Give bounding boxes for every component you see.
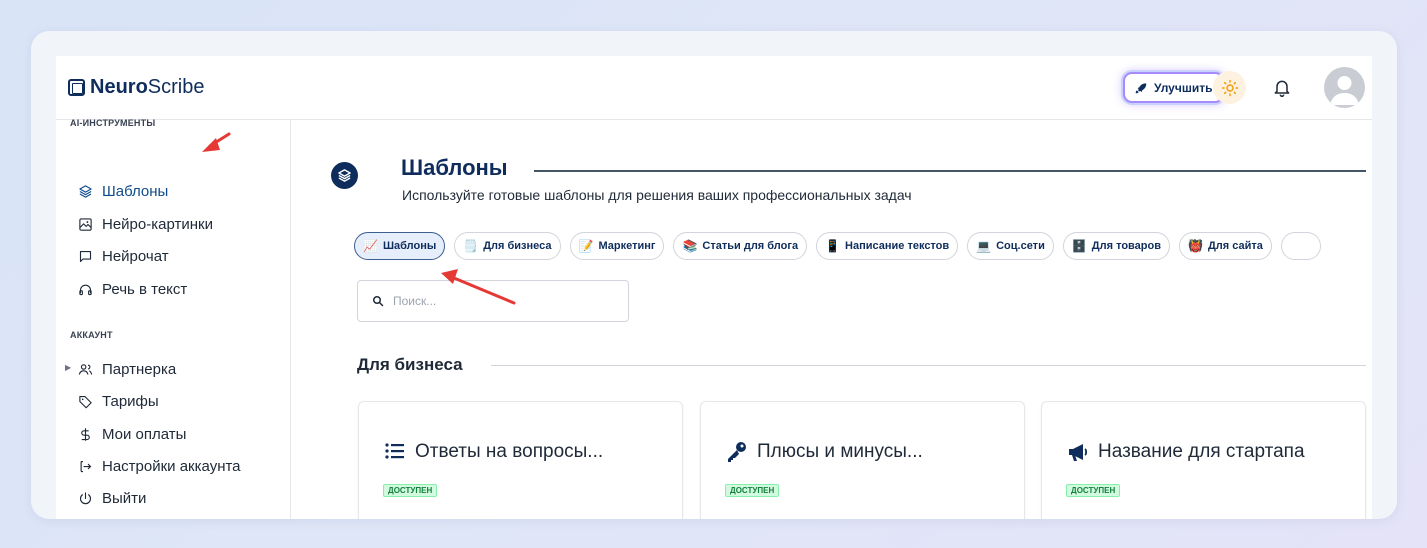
logo-icon bbox=[68, 79, 85, 96]
headphones-icon bbox=[79, 284, 92, 295]
title-divider bbox=[534, 170, 1366, 172]
chip-marketing[interactable]: 📝 Маркетинг bbox=[569, 232, 665, 260]
chip-label: Написание текстов bbox=[845, 240, 950, 252]
sun-icon bbox=[1221, 79, 1238, 96]
sidebar-item-account-settings[interactable]: Настройки аккаунта bbox=[78, 454, 241, 478]
sidebar-item-label: Нейрочат bbox=[102, 247, 169, 265]
status-badge: ДОСТУПЕН bbox=[383, 484, 438, 497]
sidebar-item-label: Речь в текст bbox=[102, 280, 188, 298]
notepad-emoji-icon: 🗒️ bbox=[463, 239, 479, 253]
upgrade-button[interactable]: Улучшить bbox=[1123, 72, 1225, 103]
chat-icon bbox=[79, 250, 92, 262]
logo-text-bold: Neuro bbox=[90, 76, 148, 98]
login-icon bbox=[80, 460, 92, 472]
sidebar-item-label: Настройки аккаунта bbox=[102, 457, 241, 475]
books-emoji-icon: 📚 bbox=[682, 239, 698, 253]
power-icon bbox=[80, 491, 91, 504]
users-icon bbox=[78, 363, 93, 375]
phone-emoji-icon: 📱 bbox=[825, 239, 841, 253]
megaphone-icon bbox=[1069, 444, 1088, 461]
chip-label: Статьи для блога bbox=[702, 240, 799, 252]
chip-website[interactable]: 👹 Для сайта bbox=[1179, 232, 1272, 260]
sidebar-item-label: Нейро-картинки bbox=[102, 215, 213, 233]
chip-label: Для бизнеса bbox=[483, 240, 552, 252]
screenshot-frame: NeuroScribe Улучшить AI-ИНСТРУМЕНТЫ Шабл… bbox=[31, 31, 1397, 519]
status-badge: ДОСТУПЕН bbox=[725, 484, 780, 497]
user-icon bbox=[1330, 76, 1359, 105]
sidebar-item-templates[interactable]: Шаблоны bbox=[78, 179, 168, 203]
user-avatar[interactable] bbox=[1324, 67, 1365, 108]
chip-label: Для сайта bbox=[1207, 240, 1263, 252]
tag-icon bbox=[79, 395, 92, 408]
search-icon bbox=[373, 296, 384, 307]
chip-blog-articles[interactable]: 📚 Статьи для блога bbox=[673, 232, 808, 260]
sidebar-item-label: Выйти bbox=[102, 489, 147, 507]
template-card[interactable]: Плюсы и минусы... ДОСТУПЕН bbox=[700, 401, 1025, 519]
bell-icon[interactable] bbox=[1272, 77, 1292, 99]
category-chips: 📈 Шаблоны 🗒️ Для бизнеса 📝 Маркетинг 📚 Стать… bbox=[354, 232, 1321, 260]
chip-templates[interactable]: 📈 Шаблоны bbox=[354, 232, 446, 260]
chip-more[interactable] bbox=[1280, 232, 1321, 260]
card-title: Название для стартапа bbox=[1098, 441, 1305, 462]
card-title: Ответы на вопросы... bbox=[415, 441, 604, 462]
chip-label: Соц.сети bbox=[996, 240, 1045, 252]
chip-writing-texts[interactable]: 📱 Написание текстов bbox=[816, 232, 959, 260]
chip-label: Для товаров bbox=[1091, 240, 1161, 252]
layers-icon bbox=[79, 184, 92, 198]
layers-icon bbox=[338, 169, 351, 182]
sidebar-item-logout[interactable]: Выйти bbox=[78, 486, 146, 510]
section-divider bbox=[491, 365, 1366, 366]
image-icon bbox=[79, 217, 92, 231]
chip-label: Шаблоны bbox=[382, 240, 437, 252]
chart-emoji-icon: 📈 bbox=[363, 239, 378, 253]
memo-emoji-icon: 📝 bbox=[578, 239, 594, 253]
sidebar-item-partner[interactable]: Партнерка bbox=[78, 357, 176, 381]
key-icon bbox=[728, 442, 746, 462]
chip-social-networks[interactable]: 💻 Соц.сети bbox=[967, 232, 1054, 260]
templates-title-icon bbox=[331, 162, 358, 189]
search-box[interactable] bbox=[357, 280, 629, 322]
sidebar-item-tariffs[interactable]: Тарифы bbox=[78, 389, 159, 413]
template-card[interactable]: Название для стартапа ДОСТУПЕН bbox=[1041, 401, 1366, 519]
sidebar: AI-ИНСТРУМЕНТЫ Шаблоны Нейро-картинки Не… bbox=[56, 118, 291, 519]
upgrade-label: Улучшить bbox=[1154, 80, 1213, 95]
cabinet-emoji-icon: 🗄️ bbox=[1071, 239, 1087, 253]
top-header: NeuroScribe Улучшить bbox=[56, 56, 1372, 120]
list-icon bbox=[385, 443, 404, 459]
laptop-emoji-icon: 💻 bbox=[976, 239, 992, 253]
page-subtitle: Используйте готовые шаблоны для решения … bbox=[402, 187, 912, 203]
sidebar-item-label: Тарифы bbox=[102, 392, 159, 410]
template-card[interactable]: Ответы на вопросы... ДОСТУПЕН bbox=[358, 401, 683, 519]
rocket-icon bbox=[1135, 82, 1147, 93]
logo-text-light: Scribe bbox=[147, 76, 205, 98]
sidebar-item-neuro-images[interactable]: Нейро-картинки bbox=[78, 212, 213, 236]
section-title: Для бизнеса bbox=[357, 355, 463, 374]
page-title: Шаблоны bbox=[401, 155, 508, 180]
sidebar-section-account: АККАУНТ bbox=[70, 330, 113, 340]
card-title: Плюсы и минусы... bbox=[757, 441, 923, 462]
sidebar-item-label: Партнерка bbox=[102, 360, 177, 378]
app-window: NeuroScribe Улучшить AI-ИНСТРУМЕНТЫ Шабл… bbox=[56, 56, 1372, 519]
dollar-icon bbox=[81, 427, 90, 441]
expand-caret-icon[interactable]: ▶ bbox=[65, 363, 71, 372]
sidebar-section-tools: AI-ИНСТРУМЕНТЫ bbox=[70, 118, 156, 128]
search-input[interactable] bbox=[393, 294, 593, 308]
sidebar-item-speech-to-text[interactable]: Речь в текст bbox=[78, 277, 187, 301]
ogre-emoji-icon: 👹 bbox=[1188, 239, 1203, 253]
sidebar-item-label: Мои оплаты bbox=[102, 425, 187, 443]
sidebar-item-label: Шаблоны bbox=[102, 182, 169, 200]
logo[interactable]: NeuroScribe bbox=[68, 76, 205, 99]
chip-label: Маркетинг bbox=[598, 240, 656, 252]
chip-business[interactable]: 🗒️ Для бизнеса bbox=[454, 232, 561, 260]
status-badge: ДОСТУПЕН bbox=[1066, 484, 1121, 497]
sidebar-item-payments[interactable]: Мои оплаты bbox=[78, 422, 186, 446]
theme-toggle-button[interactable] bbox=[1213, 71, 1246, 104]
chip-products[interactable]: 🗄️ Для товаров bbox=[1062, 232, 1170, 260]
sidebar-item-neurochat[interactable]: Нейрочат bbox=[78, 244, 169, 268]
